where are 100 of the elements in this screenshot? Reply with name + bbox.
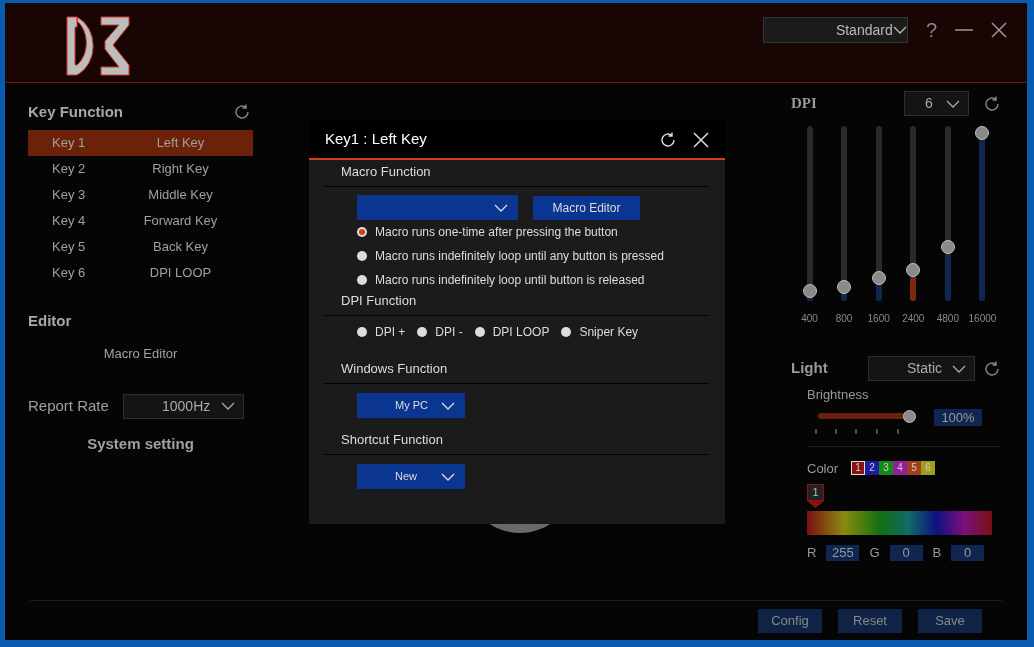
channel-value-field[interactable]: 0 <box>889 544 923 561</box>
refresh-icon[interactable] <box>659 130 677 149</box>
key-row[interactable]: Key 2 Right Key <box>28 155 253 182</box>
report-rate-label: Report Rate <box>28 395 110 416</box>
chevron-down-icon <box>441 472 455 481</box>
color-marker[interactable]: 1 <box>807 484 824 501</box>
key-function-label: DPI LOOP <box>148 263 213 282</box>
color-swatch[interactable]: 4 <box>893 461 907 476</box>
slider-thumb[interactable] <box>871 271 886 286</box>
slider-thumb[interactable] <box>975 126 990 140</box>
chevron-down-icon <box>946 99 960 108</box>
dpi-value-label: 1600 <box>867 312 890 326</box>
radio-label: DPI - <box>435 324 463 341</box>
chevron-down-icon <box>441 401 455 410</box>
report-rate-dropdown[interactable]: 1000Hz <box>123 393 244 419</box>
system-setting-button[interactable]: System setting <box>87 432 194 455</box>
brightness-label: Brightness <box>807 386 870 404</box>
key-label: Key 1 <box>51 133 87 152</box>
key-row[interactable]: Key 6 DPI LOOP <box>28 259 253 286</box>
chevron-down-icon <box>952 364 966 373</box>
slider-thumb[interactable] <box>903 409 917 423</box>
radio-label: DPI + <box>375 324 406 341</box>
radio-button[interactable] <box>417 327 428 337</box>
dpi-value-label: 16000 <box>968 312 997 326</box>
color-swatch[interactable]: 2 <box>865 461 879 476</box>
section-heading: Macro Function <box>341 162 431 181</box>
help-button[interactable]: ? <box>925 15 937 45</box>
brightness-value: 100% <box>934 408 982 426</box>
color-spectrum[interactable] <box>807 511 992 535</box>
radio-label: Macro runs indefinitely loop until any button is pressed <box>375 248 664 265</box>
radio-label: Macro runs one-time after pressing the button <box>375 224 618 241</box>
key-function-label: Left Key <box>155 133 206 152</box>
section-title: DPI <box>791 94 817 114</box>
macro-editor-link[interactable]: Macro Editor <box>103 344 178 364</box>
channel-value-field[interactable]: 255 <box>826 544 860 561</box>
channel-value-field[interactable]: 0 <box>951 544 985 561</box>
section-heading: DPI Function <box>341 291 417 310</box>
radio-label: Sniper Key <box>579 324 639 341</box>
footer-button[interactable]: Config <box>758 608 822 633</box>
channel-label: G <box>869 544 880 562</box>
dpi-value-label: 2400 <box>902 312 925 326</box>
dpi-value-label: 4800 <box>936 312 959 326</box>
radio-label: Macro runs indefinitely loop until button is released <box>375 272 645 289</box>
key-label: Key 5 <box>51 237 87 256</box>
radio-button[interactable] <box>561 327 572 337</box>
profile-dropdown[interactable]: Standard <box>762 17 908 43</box>
section-title: Key Function <box>28 102 123 122</box>
dpi-slider[interactable] <box>906 126 921 301</box>
key-label: Key 4 <box>51 211 87 230</box>
close-icon[interactable] <box>991 22 1007 38</box>
dpi-count-dropdown[interactable]: 6 <box>904 91 969 116</box>
slider-thumb[interactable] <box>837 280 852 294</box>
footer-button[interactable]: Reset <box>838 608 902 633</box>
marker-pointer-icon <box>807 501 824 508</box>
refresh-icon <box>983 359 1001 378</box>
section-title: Light <box>791 358 828 379</box>
key-row[interactable]: Key 5 Back Key <box>28 233 253 260</box>
section-heading: Shortcut Function <box>341 430 443 449</box>
dialog-title: Key1 : Left Key <box>325 129 427 150</box>
section-title: Editor <box>28 310 73 331</box>
chevron-down-icon <box>494 203 508 212</box>
key-row[interactable]: Key 1 Left Key <box>28 129 253 156</box>
footer-button[interactable]: Save <box>918 608 982 633</box>
dpi-slider[interactable] <box>837 126 852 301</box>
chevron-down-icon <box>221 402 235 410</box>
tick-marks-icon <box>815 427 899 434</box>
dpi-slider[interactable] <box>802 126 817 301</box>
section-heading: Windows Function <box>341 359 448 378</box>
key-function-label: Right Key <box>151 159 210 178</box>
channel-label: B <box>932 544 942 562</box>
radio-label: DPI LOOP <box>492 324 550 341</box>
radio-button[interactable] <box>357 227 367 237</box>
dpi-value-label: 800 <box>835 312 853 326</box>
dpi-slider[interactable] <box>940 126 955 301</box>
key-function-label: Back Key <box>152 237 209 256</box>
macro-editor-button[interactable]: Macro Editor <box>533 195 640 220</box>
radio-button[interactable] <box>474 327 485 337</box>
light-mode-dropdown[interactable]: Static <box>868 356 975 381</box>
key-label: Key 2 <box>51 159 87 178</box>
key-row[interactable]: Key 4 Forward Key <box>28 207 253 234</box>
radio-button[interactable] <box>357 327 367 337</box>
chevron-down-icon <box>892 26 907 34</box>
windows-function-dropdown[interactable]: My PC <box>357 393 465 418</box>
dpi-slider[interactable] <box>871 126 886 301</box>
dpi-slider[interactable] <box>975 126 990 301</box>
refresh-icon <box>983 94 1001 113</box>
refresh-icon <box>233 103 251 122</box>
key-row[interactable]: Key 3 Middle Key <box>28 181 253 208</box>
key-label: Key 3 <box>51 185 87 204</box>
radio-button[interactable] <box>357 251 367 261</box>
color-swatch[interactable]: 1 <box>851 461 865 476</box>
key-label: Key 6 <box>51 263 87 282</box>
color-swatch[interactable]: 5 <box>907 461 921 476</box>
slider-thumb[interactable] <box>940 239 955 254</box>
slider-thumb[interactable] <box>906 262 921 277</box>
slider-thumb[interactable] <box>802 283 817 298</box>
shortcut-function-dropdown[interactable]: New <box>357 464 465 489</box>
radio-button[interactable] <box>357 275 367 285</box>
channel-label: R <box>807 544 817 562</box>
key-function-label: Middle Key <box>147 185 214 204</box>
